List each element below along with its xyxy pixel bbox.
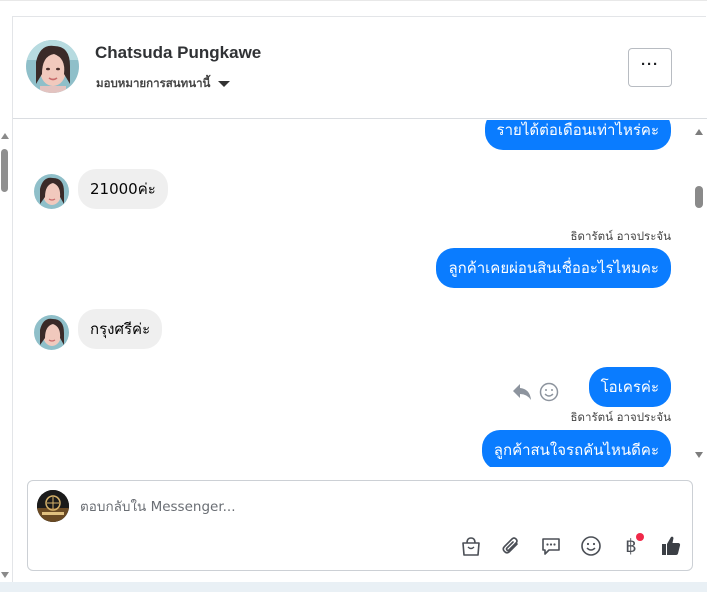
scroll-down-arrow-icon[interactable]: [1, 572, 9, 578]
reply-icon[interactable]: [512, 383, 532, 401]
assign-conversation-dropdown[interactable]: มอบหมายการสนทนานี้: [96, 75, 231, 93]
scroll-up-arrow-icon[interactable]: [695, 129, 703, 135]
sender-name: ธิดารัตน์ อาจประจัน: [570, 410, 671, 424]
outgoing-message-bubble[interactable]: โอเครค่ะ: [588, 367, 671, 407]
conversation-panel: Chatsuda Pungkawe มอบหมายการสนทนานี้ ···…: [12, 16, 707, 588]
page-scrollbar[interactable]: [0, 125, 11, 580]
contact-avatar-small: [34, 174, 69, 209]
notification-dot: [636, 533, 644, 541]
incoming-message-bubble[interactable]: กรุงศรีค่ะ: [78, 309, 163, 349]
more-options-icon: ···: [641, 56, 659, 73]
scroll-down-arrow-icon[interactable]: [695, 452, 703, 458]
contact-avatar-small: [34, 315, 69, 350]
top-divider: [0, 0, 707, 1]
scroll-up-arrow-icon[interactable]: [1, 133, 9, 139]
paperclip-icon[interactable]: [498, 533, 524, 559]
conversation-header: Chatsuda Pungkawe มอบหมายการสนทนานี้ ···: [13, 17, 707, 119]
reply-input[interactable]: [80, 499, 660, 515]
thumbs-up-icon[interactable]: [658, 533, 684, 559]
bottom-strip: [0, 582, 707, 592]
more-options-button[interactable]: ···: [628, 48, 672, 87]
outgoing-message-bubble[interactable]: ลูกค้าสนใจรถคันไหนดีคะ: [481, 430, 671, 467]
emoji-icon[interactable]: [578, 533, 604, 559]
outgoing-message-bubble[interactable]: รายได้ต่อเดือนเท่าไหร่คะ: [484, 120, 671, 150]
message-list-scrollbar[interactable]: [693, 120, 707, 467]
baht-icon[interactable]: ฿: [618, 533, 644, 559]
incoming-message-bubble[interactable]: 21000ค่ะ: [78, 169, 168, 209]
outgoing-message-bubble[interactable]: ลูกค้าเคยผ่อนสินเชื่ออะไรไหมคะ: [436, 248, 671, 288]
bag-icon[interactable]: [458, 533, 484, 559]
saved-reply-icon[interactable]: [538, 533, 564, 559]
react-emoji-icon[interactable]: [539, 382, 559, 402]
scroll-thumb[interactable]: [1, 149, 8, 192]
composer-toolbar: ฿: [458, 533, 684, 559]
contact-name[interactable]: Chatsuda Pungkawe: [95, 43, 261, 63]
message-list[interactable]: รายได้ต่อเดือนเท่าไหร่คะ 21000ค่ะ ธิดารั…: [13, 120, 707, 467]
assign-conversation-label: มอบหมายการสนทนานี้: [96, 76, 211, 90]
sender-name: ธิดารัตน์ อาจประจัน: [570, 229, 671, 243]
messenger-chat-page: Chatsuda Pungkawe มอบหมายการสนทนานี้ ···…: [0, 0, 707, 592]
baht-symbol: ฿: [625, 535, 637, 557]
caret-down-icon: [218, 81, 231, 87]
page-avatar: [37, 490, 69, 522]
reply-composer: ฿: [27, 480, 693, 571]
scroll-thumb[interactable]: [695, 186, 703, 208]
contact-avatar[interactable]: [26, 40, 79, 93]
